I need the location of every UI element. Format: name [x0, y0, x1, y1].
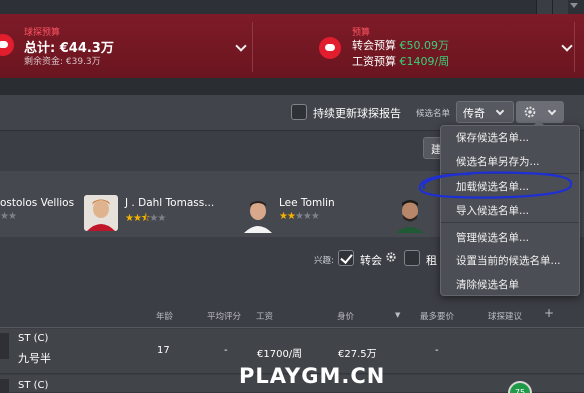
add-column-icon[interactable]: +: [544, 306, 554, 320]
gear-icon: [524, 106, 536, 118]
menu-item-set-current-shortlist[interactable]: 设置当前的候选名单...: [456, 253, 561, 268]
loan-interest-checkbox[interactable]: [404, 250, 420, 266]
shortlist-select-value: 传奇: [463, 107, 485, 120]
player-name[interactable]: Lee Tomlin: [279, 197, 335, 209]
finance-header: 球探预算 总计: €44.3万 剩余资金: €39.3万 预算 转会预算 €50…: [0, 14, 584, 78]
watermark: PLAYGM.CN: [239, 364, 386, 388]
column-header-age[interactable]: 年龄: [156, 310, 173, 322]
menu-item-clear-shortlist[interactable]: 清除候选名单: [456, 277, 519, 292]
column-header-rating[interactable]: 平均评分: [207, 310, 241, 322]
transfer-budget-label: 转会预算: [352, 39, 396, 52]
menu-pointer: [533, 120, 545, 126]
dropdown-triangle-icon[interactable]: [570, 3, 578, 8]
player-photo[interactable]: [84, 195, 118, 231]
column-header-wage[interactable]: 工资: [256, 310, 273, 322]
scouting-remaining: 剩余资金: €39.3万: [24, 57, 101, 67]
player-rating-stars: ★★⯪★★: [125, 213, 166, 224]
player-rating-stars: ★★: [0, 211, 17, 222]
player-asking-price: -: [435, 345, 439, 356]
wage-budget-label: 工资预算: [352, 55, 396, 68]
wage-budget-value: €1409/周: [399, 55, 450, 68]
highlight-circle-annotation: [418, 171, 573, 199]
chevron-down-icon: [495, 106, 505, 116]
update-reports-label: 持续更新球探报告: [313, 107, 401, 120]
player-photo-image: [84, 195, 118, 231]
header-divider: [574, 22, 575, 72]
player-avg-rating: -: [224, 345, 228, 356]
interest-label: 兴趣:: [314, 256, 334, 266]
header-divider: [252, 22, 253, 72]
piggy-bank-icon: [0, 34, 14, 56]
row-drag-handle[interactable]: [0, 333, 9, 359]
player-name[interactable]: J . Dahl Tomass...: [125, 197, 214, 209]
top-strip: [0, 0, 584, 14]
player-name[interactable]: 九号半: [18, 350, 51, 366]
transfer-budget-value: €50.09万: [399, 39, 450, 52]
row-drag-handle[interactable]: [0, 379, 9, 393]
column-header-value[interactable]: 身价: [337, 310, 354, 322]
player-position: ST (C): [18, 333, 49, 344]
menu-separator: [441, 222, 579, 223]
sort-desc-icon[interactable]: ▼: [395, 311, 400, 319]
player-photo[interactable]: [241, 197, 275, 233]
chevron-down-icon[interactable]: [561, 40, 573, 52]
chevron-down-icon: [547, 106, 557, 116]
loan-interest-label: 租: [426, 254, 437, 267]
player-name[interactable]: ostolos Vellios: [0, 197, 74, 209]
menu-item-save-shortlist-as[interactable]: 候选名单另存为...: [456, 154, 540, 169]
chevron-down-icon[interactable]: [235, 40, 247, 52]
top-strip-segment: [552, 0, 568, 14]
shortlist-select[interactable]: 传奇: [456, 101, 514, 123]
table-header: 年龄 平均评分 工资 身价 ▼ 最多要价 球探建议 +: [0, 300, 584, 328]
header-gap: [0, 78, 584, 95]
player-rating-stars: ★★★★★: [279, 211, 320, 222]
player-value: €27.5万: [338, 349, 377, 360]
column-header-asking[interactable]: 最多要价: [420, 310, 454, 322]
column-header-scout-advice[interactable]: 球探建议: [488, 310, 522, 322]
player-photo-image: [241, 197, 275, 233]
wage-budget: 工资预算 €1409/周: [352, 53, 449, 69]
menu-item-manage-shortlists[interactable]: 管理候选名单...: [456, 230, 529, 245]
player-age: 17: [157, 345, 170, 356]
player-position: ST (C): [18, 380, 49, 391]
gear-icon[interactable]: [385, 251, 397, 263]
transfer-budget: 转会预算 €50.09万: [352, 37, 449, 53]
top-strip-segment: [536, 0, 552, 14]
transfer-interest-label: 转会: [360, 254, 382, 267]
menu-item-import-shortlist[interactable]: 导入候选名单...: [456, 203, 529, 218]
piggy-bank-icon: [319, 37, 341, 59]
player-wage: €1700/周: [257, 349, 303, 360]
update-reports-checkbox[interactable]: [291, 104, 307, 120]
shortlist-actions-menu: 保存候选名单... 候选名单另存为... 加载候选名单... 导入候选名单...…: [440, 120, 580, 296]
shortlist-label: 候选名单: [416, 109, 451, 119]
transfer-interest-checkbox[interactable]: [338, 250, 354, 266]
menu-item-save-shortlist[interactable]: 保存候选名单...: [456, 130, 529, 145]
